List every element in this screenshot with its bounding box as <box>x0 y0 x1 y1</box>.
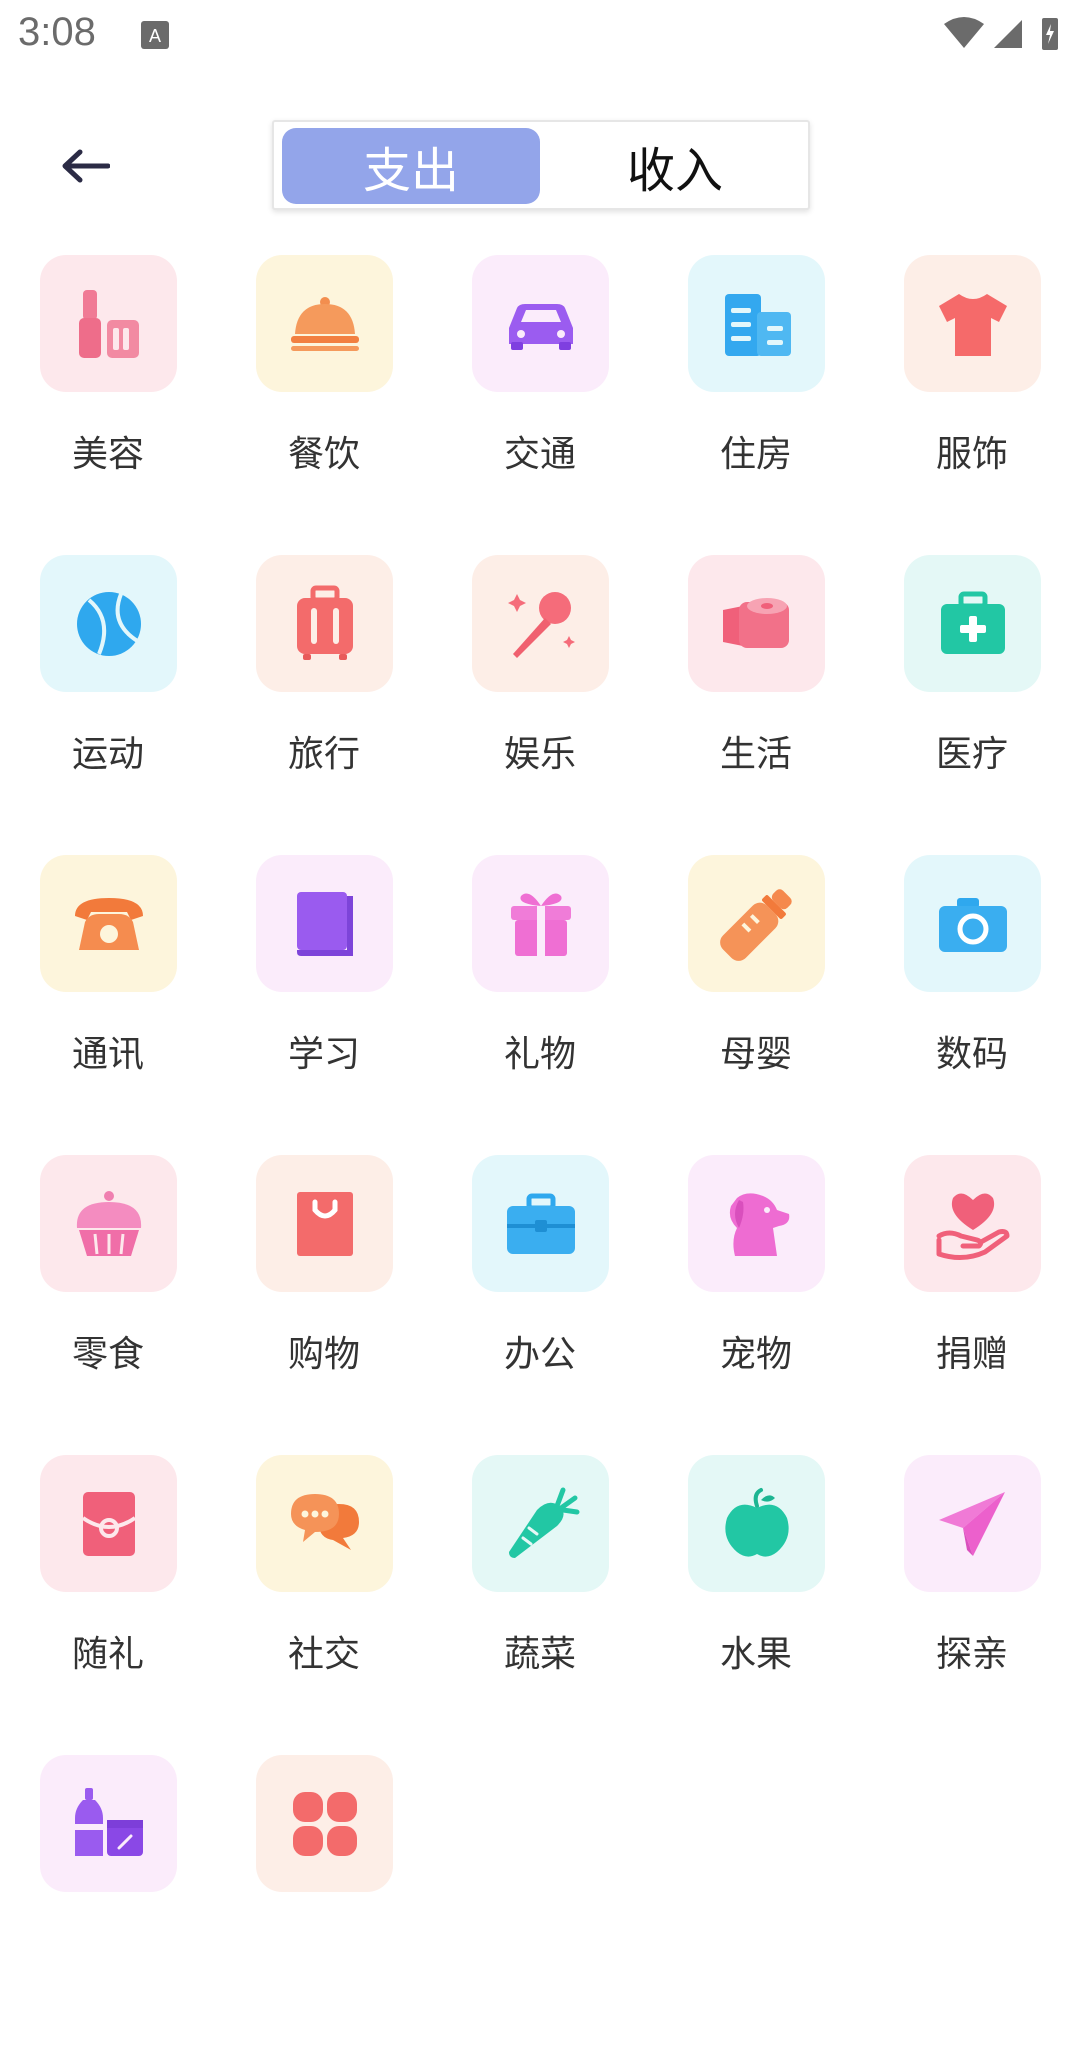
category-communication[interactable]: 通讯 <box>0 855 216 1155</box>
category-label: 交通 <box>503 434 576 475</box>
category-label: 捐赠 <box>935 1334 1008 1375</box>
category-label: 水果 <box>719 1634 792 1675</box>
red-envelope-icon <box>81 1491 136 1556</box>
category-label: 住房 <box>719 434 792 475</box>
cupcake-icon <box>76 1190 141 1256</box>
category-housing[interactable]: 住房 <box>648 255 864 555</box>
chat-bubbles-icon <box>290 1493 359 1550</box>
telephone-icon <box>74 897 143 950</box>
apple-icon <box>724 1487 789 1557</box>
category-label: 服饰 <box>935 434 1008 475</box>
category-label: 零食 <box>71 1334 144 1375</box>
category-entertainment[interactable]: 娱乐 <box>432 555 648 855</box>
keyboard-indicator-icon: A <box>141 21 169 49</box>
category-office[interactable]: 办公 <box>432 1155 648 1455</box>
category-label: 生活 <box>719 734 792 775</box>
category-social[interactable]: 社交 <box>216 1455 432 1755</box>
paper-plane-icon <box>938 1491 1005 1556</box>
carrot-icon <box>508 1487 579 1558</box>
gift-icon <box>510 893 571 956</box>
wifi-icon <box>944 17 984 48</box>
category-sports[interactable]: 运动 <box>0 555 216 855</box>
category-label: 学习 <box>287 1034 360 1075</box>
category-visiting-family[interactable]: 探亲 <box>864 1455 1080 1755</box>
category-label: 宠物 <box>719 1334 792 1375</box>
category-label: 礼物 <box>503 1034 576 1075</box>
category-clothing[interactable]: 服饰 <box>864 255 1080 555</box>
suitcase-icon <box>296 585 353 660</box>
book-icon <box>296 891 353 956</box>
heart-hand-icon <box>936 1192 1009 1260</box>
status-bar: 3:08 A <box>0 0 1080 72</box>
status-indicators <box>942 14 1062 58</box>
camera-icon <box>938 897 1007 952</box>
category-dining[interactable]: 餐饮 <box>216 255 432 555</box>
svg-text:A: A <box>149 26 161 46</box>
category-maternal-baby[interactable]: 母婴 <box>648 855 864 1155</box>
briefcase-icon <box>506 1193 575 1254</box>
dish-cloche-icon <box>290 296 359 351</box>
category-label: 娱乐 <box>503 734 576 775</box>
tennis-ball-icon <box>76 591 141 656</box>
signal-icon <box>994 20 1022 48</box>
category-medical[interactable]: 医疗 <box>864 555 1080 855</box>
tab-income[interactable]: 收入 <box>546 128 804 204</box>
category-more[interactable] <box>216 1755 432 2055</box>
baby-bottle-icon <box>719 888 792 961</box>
category-label: 美容 <box>71 434 144 475</box>
category-label: 餐饮 <box>287 434 360 475</box>
category-label: 购物 <box>287 1334 360 1375</box>
bottles-icon <box>74 1787 143 1856</box>
more-grid-icon <box>292 1791 357 1856</box>
category-label: 办公 <box>503 1334 576 1375</box>
category-drinks[interactable] <box>0 1755 216 2055</box>
medical-kit-icon <box>940 591 1005 654</box>
category-transport[interactable]: 交通 <box>432 255 648 555</box>
category-label: 探亲 <box>935 1634 1008 1675</box>
category-digital[interactable]: 数码 <box>864 855 1080 1155</box>
category-gift-money[interactable]: 随礼 <box>0 1455 216 1755</box>
category-label: 通讯 <box>71 1034 144 1075</box>
shopping-bag-icon <box>296 1191 353 1256</box>
category-label: 随礼 <box>71 1634 144 1675</box>
toilet-paper-icon <box>722 597 789 648</box>
category-travel[interactable]: 旅行 <box>216 555 432 855</box>
dog-icon <box>729 1192 789 1256</box>
category-snacks[interactable]: 零食 <box>0 1155 216 1455</box>
category-label: 母婴 <box>719 1034 792 1075</box>
category-label: 旅行 <box>287 734 360 775</box>
category-label: 数码 <box>935 1034 1008 1075</box>
category-label: 运动 <box>71 734 144 775</box>
building-icon <box>724 293 791 356</box>
header: 支出 收入 <box>0 100 1080 230</box>
category-fruits[interactable]: 水果 <box>648 1455 864 1755</box>
back-button[interactable] <box>40 128 130 204</box>
category-living[interactable]: 生活 <box>648 555 864 855</box>
category-label: 社交 <box>287 1634 360 1675</box>
category-label: 医疗 <box>935 734 1008 775</box>
status-time: 3:08 <box>18 10 96 54</box>
category-study[interactable]: 学习 <box>216 855 432 1155</box>
category-gift[interactable]: 礼物 <box>432 855 648 1155</box>
category-beauty[interactable]: 美容 <box>0 255 216 555</box>
category-pets[interactable]: 宠物 <box>648 1155 864 1455</box>
type-segmented-control: 支出 收入 <box>272 120 810 210</box>
lipstick-icon <box>78 289 139 358</box>
category-donation[interactable]: 捐赠 <box>864 1155 1080 1455</box>
tshirt-icon <box>938 293 1007 356</box>
microphone-icon <box>507 591 575 658</box>
category-label: 蔬菜 <box>503 1634 576 1675</box>
car-icon <box>508 303 573 350</box>
category-shopping[interactable]: 购物 <box>216 1155 432 1455</box>
category-vegetables[interactable]: 蔬菜 <box>432 1455 648 1755</box>
arrow-left-icon <box>62 149 110 183</box>
tab-expense[interactable]: 支出 <box>282 128 540 204</box>
